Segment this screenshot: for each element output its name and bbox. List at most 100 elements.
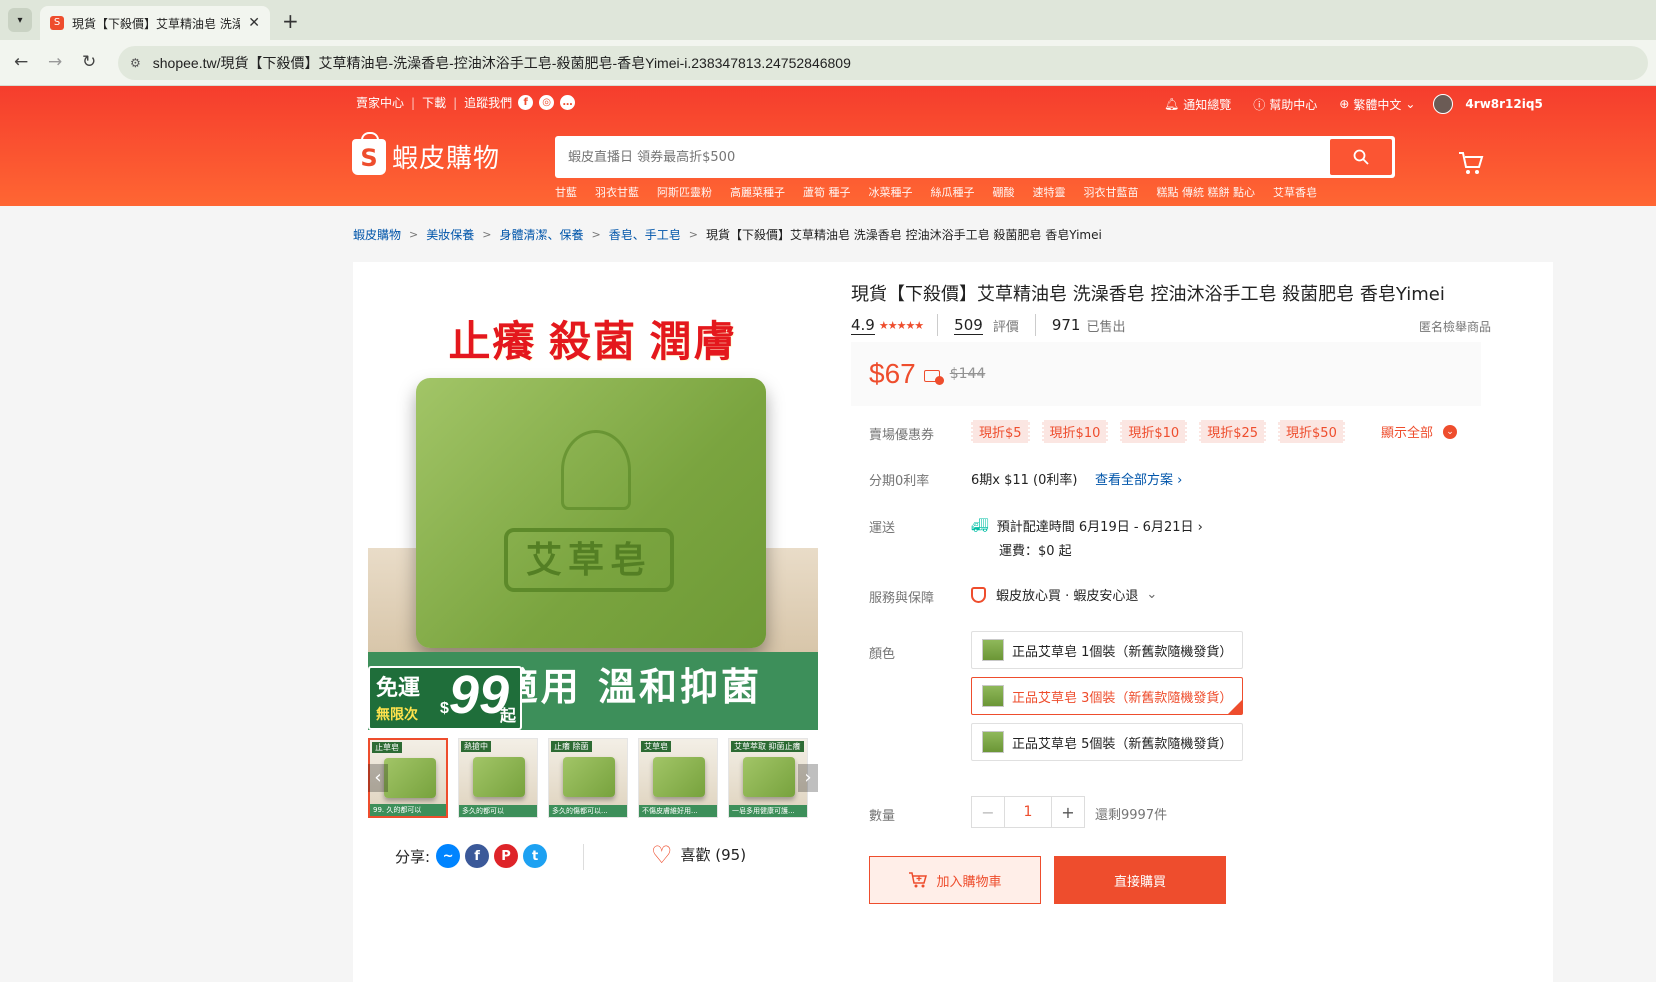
discount-info-icon[interactable] [923, 370, 944, 385]
breadcrumb-link[interactable]: 身體清潔、保養 [499, 226, 583, 243]
buy-now-button[interactable]: 直接購買 [1054, 856, 1226, 904]
variant-thumbnail [982, 685, 1004, 707]
breadcrumb-link[interactable]: 蝦皮購物 [353, 226, 401, 243]
qty-increase-button[interactable]: + [1052, 797, 1084, 827]
shipping-label: 運送 [869, 521, 896, 536]
qty-decrease-button[interactable]: − [972, 797, 1004, 827]
browser-tab[interactable]: S 現貨【下殺價】艾草精油皂 洗澡 ✕ [40, 6, 270, 40]
breadcrumb: 蝦皮購物 > 美妝保養 > 身體清潔、保養 > 香皂、手工皂 > 現貨【下殺價】艾草精油皂 洗澡… [353, 226, 1102, 243]
image-headline: 止癢 殺菌 潤膚 [448, 320, 738, 366]
browser-tabbar: ▾ S 現貨【下殺價】艾草精油皂 洗澡 ✕ + [0, 0, 1656, 40]
hot-keyword[interactable]: 艾草香皂 [1273, 184, 1317, 200]
product-card: 止癢 殺菌 潤膚 艾草皂 適用 溫和抑菌 免運 無限次 $99 起 止草皂 99.… [353, 262, 1553, 982]
report-link[interactable]: 匿名檢舉商品 [1419, 318, 1491, 335]
search-input[interactable] [558, 149, 1330, 165]
reload-icon[interactable]: ↻ [82, 52, 96, 72]
variant-option[interactable]: 正品艾草皂 5個裝（新舊款隨機發貨） [971, 723, 1243, 761]
tab-title: 現貨【下殺價】艾草精油皂 洗澡 [72, 16, 241, 31]
hot-keyword[interactable]: 冰菜種子 [869, 184, 913, 200]
variant-option-selected[interactable]: 正品艾草皂 3個裝（新舊款隨機發貨） [971, 677, 1243, 715]
service-guarantee[interactable]: 蝦皮放心買 · 蝦皮安心退 ⌄ [971, 585, 1157, 604]
voucher-chip[interactable]: 現折$10 [1041, 420, 1109, 443]
breadcrumb-current: 現貨【下殺價】艾草精油皂 洗澡香皂 控油沐浴手工皂 殺菌肥皂 香皂Yimei [705, 228, 1102, 242]
product-main-image[interactable]: 止癢 殺菌 潤膚 艾草皂 適用 溫和抑菌 免運 無限次 $99 起 [368, 290, 818, 730]
shopee-favicon-icon: S [50, 16, 64, 30]
hot-keyword[interactable]: 硼酸 [993, 184, 1015, 200]
hot-keyword[interactable]: 蘆筍 種子 [803, 184, 851, 200]
seller-center-link[interactable]: 賣家中心 [356, 94, 404, 111]
voucher-chip[interactable]: 現折$10 [1120, 420, 1188, 443]
thumbnail-caption: 多久的都可以 [459, 805, 537, 817]
site-info-icon[interactable]: ⚙ [130, 56, 141, 70]
hot-keyword[interactable]: 甘藍 [555, 184, 577, 200]
address-bar[interactable]: ⚙ shopee.tw/現貨【下殺價】艾草精油皂-洗澡香皂-控油沐浴手工皂-殺菌… [118, 46, 1648, 80]
shopee-logo[interactable]: S 蝦皮購物 [352, 131, 500, 175]
thumbnail[interactable]: 止癢 除菌 多久的傷都可以... [548, 738, 628, 818]
installment-value: 6期x $11 (0利率) [971, 473, 1078, 488]
voucher-chip[interactable]: 現折$25 [1199, 420, 1267, 443]
facebook-share-icon[interactable]: f [465, 844, 490, 868]
shield-icon [971, 586, 986, 603]
hot-keyword[interactable]: 高麗菜種子 [730, 184, 785, 200]
truck-icon: 🚚︎ [971, 517, 989, 534]
new-tab-button[interactable]: + [282, 9, 299, 33]
variant-thumbnail [982, 731, 1004, 753]
add-to-cart-button[interactable]: 加入購物車 [869, 856, 1041, 904]
notifications-link[interactable]: 🔔︎ 通知總覽 [1160, 96, 1231, 113]
thumbnail-caption: 一皂多用健康可護... [729, 805, 807, 817]
hot-keyword[interactable]: 羽衣甘藍苗 [1084, 184, 1139, 200]
variant-option[interactable]: 正品艾草皂 1個裝（新舊款隨機發貨） [971, 631, 1243, 669]
add-cart-icon [909, 872, 928, 888]
shipping-eta[interactable]: 🚚︎ 預計配達時間 6月19日 - 6月21日 › [971, 516, 1203, 536]
instagram-icon[interactable]: ◎ [539, 95, 555, 110]
voucher-label: 賣場優惠券 [869, 428, 935, 443]
download-link[interactable]: 下載 [422, 94, 446, 111]
hot-keyword[interactable]: 羽衣甘藍 [595, 184, 639, 200]
hot-keyword[interactable]: 速特靈 [1033, 184, 1066, 200]
thumbnail-tag: 止癢 除菌 [551, 741, 592, 752]
thumbnail[interactable]: 艾草皂 不傷皮膚維好用... [638, 738, 718, 818]
top-nav-left: 賣家中心 | 下載 | 追蹤我們 f ◎ … [356, 94, 576, 111]
twitter-icon[interactable]: t [523, 844, 548, 868]
voucher-chip[interactable]: 現折$50 [1278, 420, 1345, 443]
tab-close-icon[interactable]: ✕ [248, 15, 260, 31]
help-link[interactable]: ⓘ 幫助中心 [1249, 96, 1317, 113]
rating-value[interactable]: 4.9 [851, 316, 875, 335]
qty-input[interactable]: 1 [1004, 797, 1052, 827]
thumbnail-strip: 止草皂 99. 久的都可以 熱搶中 多久的都可以 止癢 除菌 多久的傷都可以... 艾草皂不… [368, 738, 818, 818]
pinterest-icon[interactable]: P [494, 844, 519, 868]
line-icon[interactable]: … [560, 95, 576, 110]
tab-list-button[interactable]: ▾ [8, 8, 32, 32]
like-button[interactable]: ♡ 喜歡 (95) [651, 840, 746, 869]
search-icon [1353, 149, 1369, 165]
voucher-chip[interactable]: 現折$5 [971, 420, 1030, 443]
search-button[interactable] [1330, 139, 1392, 175]
heart-icon: ♡ [651, 840, 673, 869]
globe-icon: ⊕ [1339, 97, 1350, 111]
back-icon[interactable]: ← [14, 52, 28, 72]
hot-keyword[interactable]: 糕點 傳統 糕餅 點心 [1157, 184, 1256, 200]
breadcrumb-link[interactable]: 香皂、手工皂 [609, 226, 681, 243]
follow-us-label: 追蹤我們 [464, 96, 513, 110]
show-all-vouchers[interactable]: 顯示全部 ⌄ [1381, 422, 1458, 441]
facebook-icon[interactable]: f [518, 95, 534, 110]
cart-icon[interactable] [1458, 150, 1484, 180]
installment-plans-link[interactable]: 查看全部方案 › [1095, 469, 1182, 488]
current-price: $67 [869, 358, 916, 389]
breadcrumb-link[interactable]: 美妝保養 [426, 226, 474, 243]
forward-icon[interactable]: → [48, 52, 62, 72]
thumbnail[interactable]: 艾草萃取 抑菌止癢 一皂多用健康可護... [728, 738, 808, 818]
ratings-row: 4.9 ★★★★★ 509 評價 971 已售出 [851, 314, 1126, 336]
language-select[interactable]: ⊕ 繁體中文 ⌄ [1335, 96, 1415, 113]
messenger-icon[interactable]: ~ [436, 844, 461, 868]
chevron-right-icon: > [409, 228, 419, 241]
thumb-next-icon[interactable]: › [798, 764, 818, 792]
hot-keyword[interactable]: 絲瓜種子 [931, 184, 975, 200]
hot-keyword[interactable]: 阿斯匹靈粉 [657, 184, 712, 200]
thumbnail[interactable]: 熱搶中 多久的都可以 [458, 738, 538, 818]
shipping-fee: 運費：$0 起 [999, 544, 1072, 559]
thumb-prev-icon[interactable]: ‹ [368, 764, 388, 792]
bell-icon: 🔔︎ [1164, 97, 1180, 111]
user-menu[interactable]: 4rw8r12iq5 [1433, 94, 1543, 114]
review-count[interactable]: 509 [954, 316, 983, 335]
